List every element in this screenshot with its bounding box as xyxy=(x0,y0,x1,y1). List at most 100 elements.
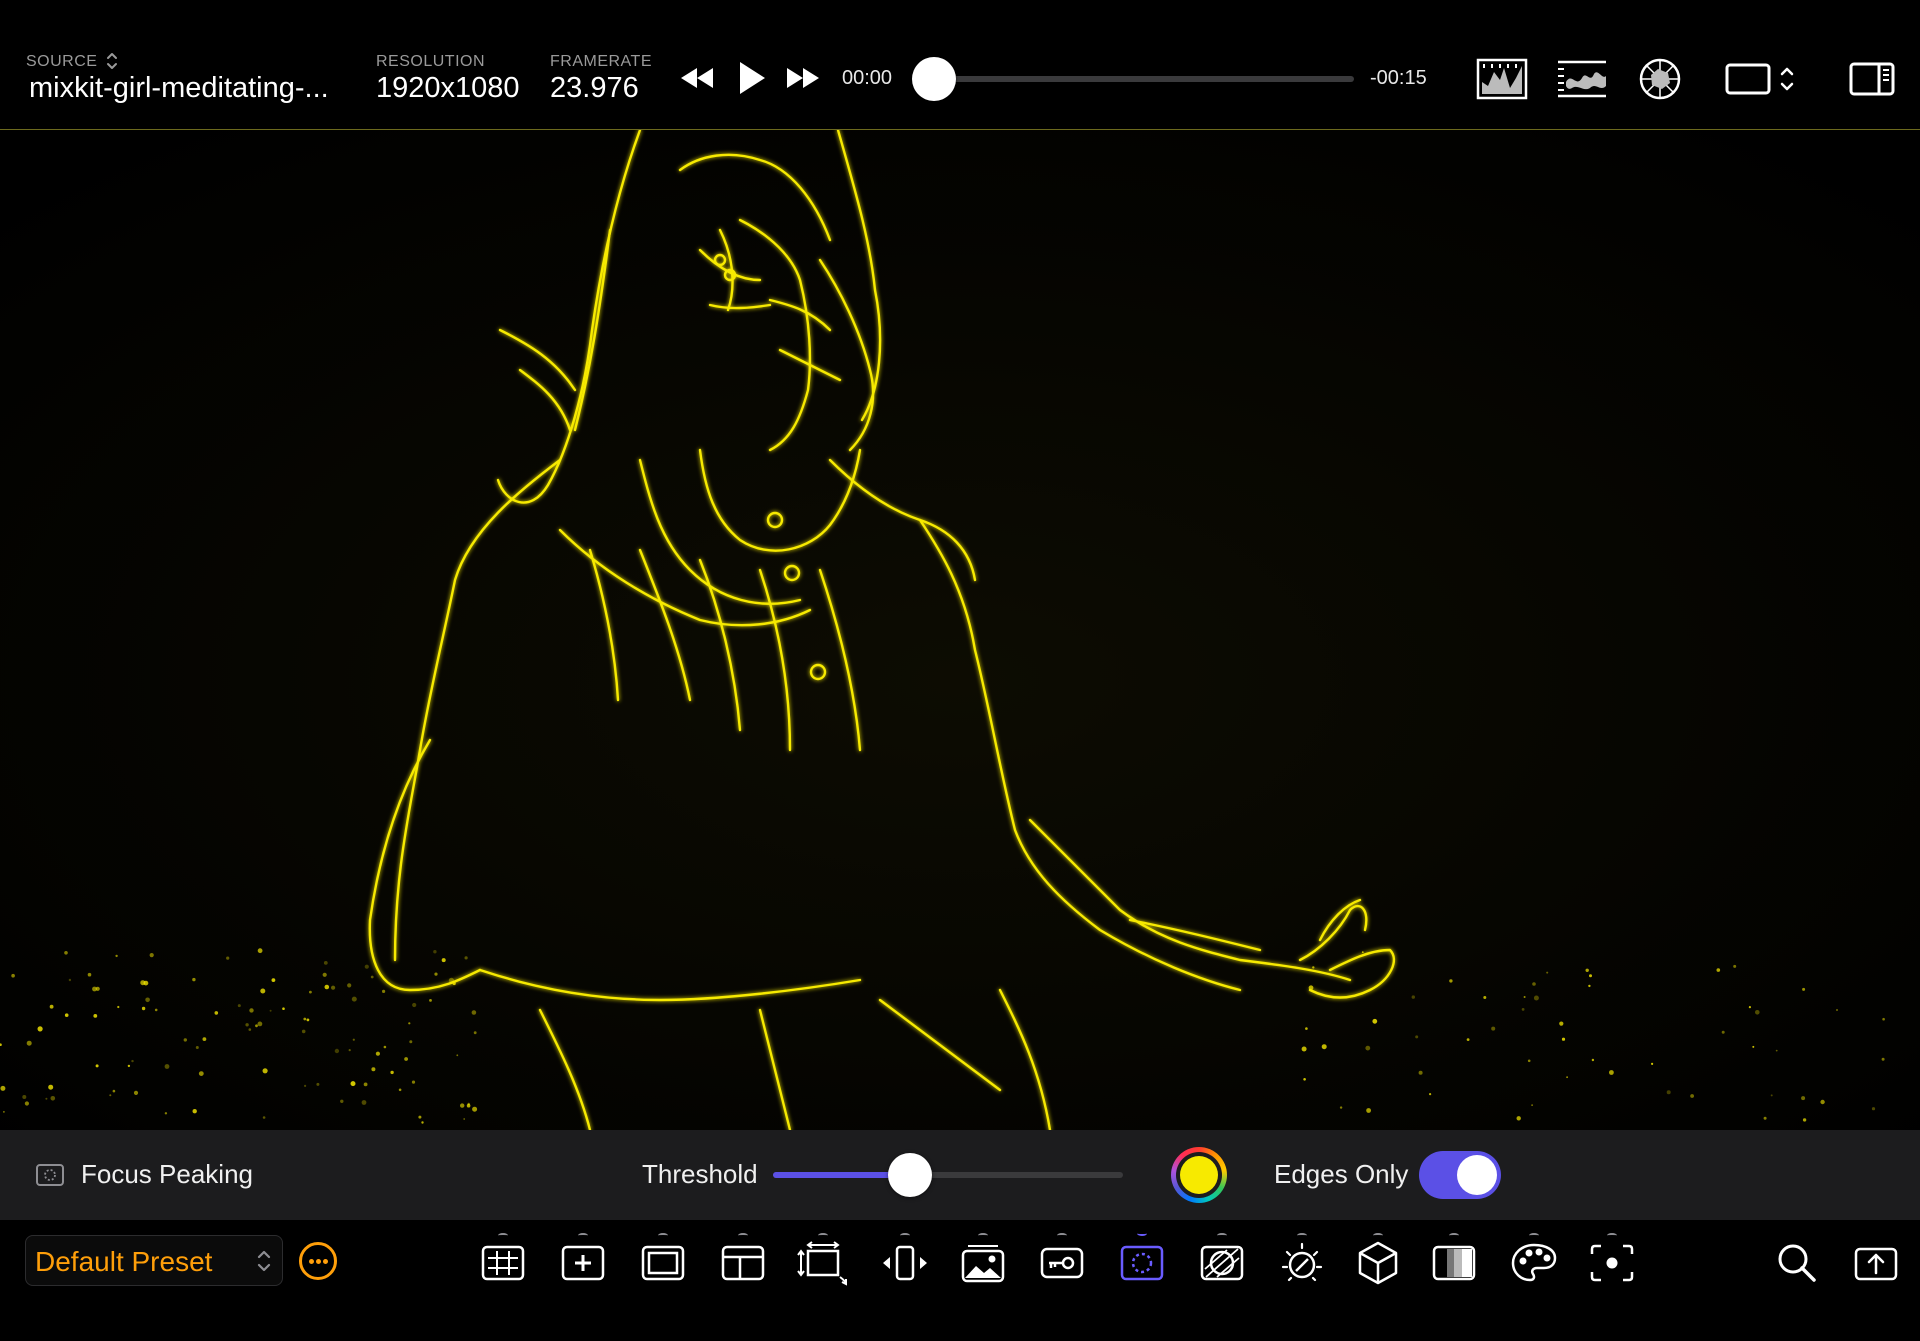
peak-speckle xyxy=(473,1031,477,1035)
peak-speckle xyxy=(1546,971,1549,974)
false-color-tool-button[interactable] xyxy=(1194,1233,1250,1290)
peak-color-well[interactable] xyxy=(1171,1147,1227,1203)
flip-tool-button[interactable] xyxy=(877,1233,933,1290)
source-chevron-icon[interactable] xyxy=(105,51,119,71)
peak-speckle xyxy=(363,1082,368,1087)
peak-speckle xyxy=(1802,987,1806,991)
tool-indicator xyxy=(578,1233,588,1238)
safe-area-tool-button[interactable] xyxy=(715,1233,771,1290)
peak-speckle xyxy=(1321,1044,1327,1050)
peak-speckle xyxy=(1690,1094,1694,1098)
resolution-value: 1920x1080 xyxy=(376,72,520,104)
zebra-tool-button[interactable] xyxy=(1426,1233,1482,1290)
peak-speckle xyxy=(1339,1106,1343,1109)
image-overlay-tool-button[interactable] xyxy=(955,1233,1011,1290)
peak-speckle xyxy=(1361,951,1364,954)
scrubber-track[interactable] xyxy=(934,76,1354,82)
playhead-knob[interactable] xyxy=(912,57,956,101)
exposure-tool-button[interactable] xyxy=(1274,1233,1330,1290)
tool-indicator xyxy=(1217,1233,1227,1238)
peak-speckle xyxy=(1418,1070,1423,1075)
peak-speckle xyxy=(68,978,72,982)
peak-speckle xyxy=(1449,979,1453,983)
peak-speckle xyxy=(192,977,196,982)
peak-speckle xyxy=(375,1051,380,1056)
peak-speckle xyxy=(1366,1108,1371,1113)
export-icon xyxy=(1854,1247,1898,1281)
peak-speckle xyxy=(348,1049,351,1052)
lut-cube-tool-button[interactable] xyxy=(1350,1233,1406,1290)
crosshair-icon xyxy=(561,1245,605,1281)
search-icon xyxy=(1778,1244,1816,1282)
palette-tool-button[interactable] xyxy=(1506,1233,1562,1290)
peak-speckle xyxy=(408,1022,411,1025)
aspect-ratio-button[interactable] xyxy=(1724,58,1798,100)
waveform-button[interactable] xyxy=(1554,56,1610,102)
peak-speckle xyxy=(48,1084,54,1090)
fast-forward-button[interactable] xyxy=(782,62,824,94)
peak-speckle xyxy=(316,1082,320,1086)
peak-speckle xyxy=(304,1084,307,1087)
search-button[interactable] xyxy=(1769,1236,1825,1290)
false-color-icon xyxy=(1200,1245,1244,1281)
peak-speckle xyxy=(1531,1104,1533,1106)
spot-meter-tool-button[interactable] xyxy=(1584,1233,1640,1290)
key-tool-button[interactable] xyxy=(1034,1233,1090,1290)
waveform-icon xyxy=(1558,60,1606,98)
peak-speckle xyxy=(1483,996,1487,999)
peak-speckle xyxy=(441,958,446,963)
play-icon xyxy=(740,62,765,94)
peak-speckle xyxy=(1301,1046,1307,1052)
transform-tool-button[interactable] xyxy=(795,1233,851,1290)
peak-speckle xyxy=(131,1059,134,1063)
rewind-button[interactable] xyxy=(676,62,718,94)
peak-speckle xyxy=(411,1080,416,1084)
tool-indicator-active xyxy=(1137,1231,1147,1236)
play-button[interactable] xyxy=(734,58,770,98)
peak-speckle xyxy=(1365,1045,1371,1051)
tool-indicator xyxy=(658,1233,668,1238)
frame-guide-tool-button[interactable] xyxy=(635,1233,691,1290)
video-viewer[interactable] xyxy=(0,130,1920,1130)
threshold-label: Threshold xyxy=(642,1159,758,1189)
peak-speckle xyxy=(1763,1116,1767,1120)
grid-tool-button[interactable] xyxy=(475,1233,531,1290)
peak-speckle xyxy=(49,1004,54,1009)
tool-indicator xyxy=(1057,1233,1067,1238)
transform-icon xyxy=(797,1241,847,1286)
preset-selector[interactable]: Default Preset xyxy=(25,1235,283,1286)
peak-speckle xyxy=(64,951,68,955)
threshold-slider-knob[interactable] xyxy=(888,1153,932,1197)
peak-speckle xyxy=(472,1106,478,1112)
peak-speckle xyxy=(448,977,454,983)
peak-speckle xyxy=(434,972,438,976)
focus-peaking-tool-button[interactable] xyxy=(1114,1234,1170,1290)
peak-speckle xyxy=(306,1018,310,1022)
edges-only-toggle-knob xyxy=(1457,1155,1497,1195)
histogram-button[interactable] xyxy=(1474,56,1530,102)
export-button[interactable] xyxy=(1848,1236,1904,1290)
crosshair-tool-button[interactable] xyxy=(555,1233,611,1290)
peak-speckle xyxy=(433,950,437,954)
focus-peaking-panel-icon xyxy=(36,1164,64,1186)
sidebar-toggle-button[interactable] xyxy=(1848,58,1896,100)
peak-speckle xyxy=(192,1109,197,1114)
vectorscope-button[interactable] xyxy=(1636,56,1684,102)
peak-speckle xyxy=(1411,995,1416,999)
peak-speckle xyxy=(141,1006,146,1011)
peak-speckle xyxy=(456,1054,459,1057)
peak-speckle xyxy=(143,980,149,986)
tool-indicator xyxy=(1449,1233,1459,1238)
source-value[interactable]: mixkit-girl-meditating-... xyxy=(29,72,329,105)
peak-speckle xyxy=(351,996,357,1002)
peak-speckle xyxy=(0,1085,6,1091)
peak-speckle xyxy=(323,961,328,965)
more-options-button[interactable] xyxy=(299,1242,337,1280)
edges-only-toggle[interactable] xyxy=(1419,1151,1501,1199)
peak-speckle xyxy=(1415,1035,1419,1039)
peak-speckle xyxy=(109,1094,112,1097)
peak-speckle xyxy=(1801,1096,1806,1101)
peak-speckle xyxy=(1559,1021,1564,1026)
peak-speckle xyxy=(1770,1094,1773,1097)
peak-speckle xyxy=(271,978,276,982)
